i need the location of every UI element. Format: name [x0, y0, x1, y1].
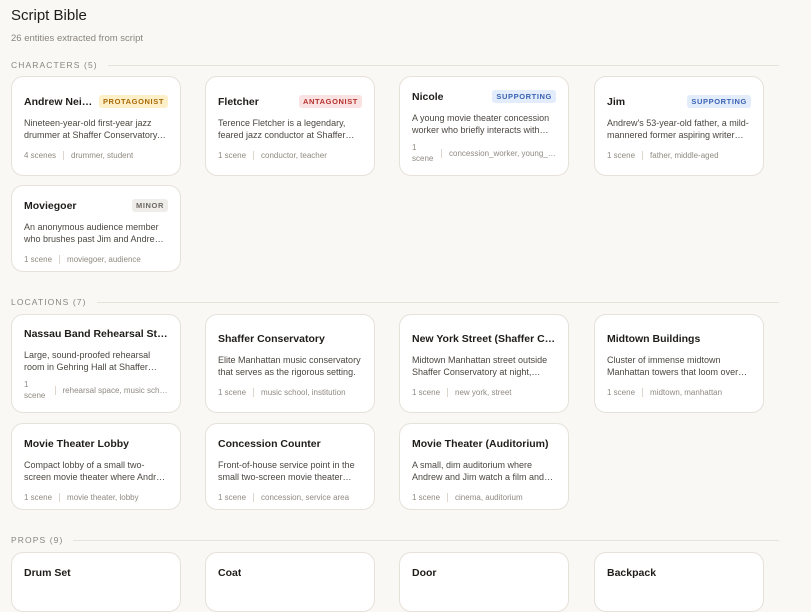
role-badge: ANTAGONIST	[298, 95, 362, 108]
scene-count: 1 scene	[24, 493, 53, 502]
location-card-auditorium[interactable]: Movie Theater (Auditorium) A small, dim …	[399, 423, 569, 510]
card-tags: rehearsal space, music school	[62, 385, 168, 395]
scene-count: 1 scene	[218, 151, 247, 160]
card-tags: father, middle-aged	[650, 151, 719, 160]
card-name: Jim	[607, 95, 626, 108]
card-tags: new york, street	[455, 388, 512, 397]
entity-count: 26 entities extracted from script	[11, 33, 143, 44]
section-locations-label: LOCATIONS (7)	[11, 297, 87, 307]
card-tags: conductor, teacher	[261, 151, 327, 160]
section-divider	[73, 539, 779, 541]
card-description: Andrew's 53-year-old father, a mild-mann…	[607, 118, 749, 140]
card-name: Movie Theater (Auditorium)	[412, 438, 549, 450]
section-characters-label: CHARACTERS (5)	[11, 60, 98, 70]
role-badge: SUPPORTING	[687, 95, 751, 108]
card-tags: concession, service area	[261, 493, 350, 502]
card-name: Fletcher	[218, 95, 259, 108]
location-card-ny-street[interactable]: New York Street (Shaffer Conservatory) M…	[399, 314, 569, 413]
location-card-midtown[interactable]: Midtown Buildings Cluster of immense mid…	[594, 314, 764, 413]
section-props-label: PROPS (9)	[11, 535, 64, 545]
location-card-theater-lobby[interactable]: Movie Theater Lobby Compact lobby of a s…	[11, 423, 181, 510]
card-description: Compact lobby of a small two-screen movi…	[24, 460, 168, 482]
card-name: Shaffer Conservatory	[218, 333, 325, 345]
card-name: Andrew Neiman	[24, 95, 99, 108]
card-name: Coat	[218, 567, 242, 579]
location-card-concession[interactable]: Concession Counter Front-of-house servic…	[205, 423, 375, 510]
scene-count: 1 scene	[412, 388, 441, 397]
page-header: Script Bible 26 entities extracted from …	[11, 7, 143, 44]
card-name: Moviegoer	[24, 199, 77, 212]
role-badge: MINOR	[132, 199, 168, 212]
section-divider	[107, 64, 779, 66]
card-description: A young movie theater concession worker …	[412, 113, 550, 135]
role-badge: SUPPORTING	[492, 90, 556, 103]
prop-card-coat[interactable]: Coat	[205, 552, 375, 612]
card-tags: cinema, auditorium	[455, 493, 523, 502]
scene-count: 1 scene	[218, 388, 247, 397]
section-props: PROPS (9)	[11, 535, 779, 545]
card-name: Nicole	[412, 90, 444, 103]
character-card-nicole[interactable]: Nicole SUPPORTING A young movie theater c…	[399, 76, 569, 176]
section-characters: CHARACTERS (5)	[11, 60, 779, 70]
character-card-jim[interactable]: Jim SUPPORTING Andrew's 53-year-old fathe…	[594, 76, 764, 176]
card-tags: concession_worker, young_adult	[449, 148, 556, 158]
card-description: Large, sound-proofed rehearsal room in G…	[24, 350, 151, 372]
scene-count: 1 scene	[412, 143, 434, 163]
prop-card-drum-set[interactable]: Drum Set	[11, 552, 181, 612]
card-name: Movie Theater Lobby	[24, 438, 130, 450]
card-description: Terence Fletcher is a legendary, feared …	[218, 118, 346, 140]
card-tags: moviegoer, audience	[67, 255, 141, 264]
scene-count: 1 scene	[218, 493, 247, 502]
card-name: Drum Set	[24, 567, 71, 579]
card-description: A small, dim auditorium where Andrew and…	[412, 460, 545, 482]
character-card-fletcher[interactable]: Fletcher ANTAGONIST Terence Fletcher is a…	[205, 76, 375, 176]
section-divider	[96, 301, 779, 303]
scene-count: 1 scene	[607, 151, 636, 160]
card-description: An anonymous audience member who brushes…	[24, 222, 162, 244]
location-card-shaffer[interactable]: Shaffer Conservatory Elite Manhattan mus…	[205, 314, 375, 413]
card-description: Front-of-house service point in the smal…	[218, 460, 355, 482]
character-card-andrew[interactable]: Andrew Neiman PROTAGONIST Nineteen-year-o…	[11, 76, 181, 176]
prop-card-backpack[interactable]: Backpack	[594, 552, 764, 612]
card-name: Backpack	[607, 567, 657, 579]
card-description: Nineteen-year-old first-year jazz drumme…	[24, 118, 160, 140]
scene-count: 1 scene	[412, 493, 441, 502]
prop-card-door[interactable]: Door	[399, 552, 569, 612]
card-name: Door	[412, 567, 437, 579]
card-name: New York Street (Shaffer Conservatory)	[412, 333, 556, 345]
character-card-moviegoer[interactable]: Moviegoer MINOR An anonymous audience mem…	[11, 185, 181, 272]
card-description: Cluster of immense midtown Manhattan tow…	[607, 355, 739, 377]
location-card-rehearsal-studio[interactable]: Nassau Band Rehearsal Studio Large, soun…	[11, 314, 181, 413]
card-description: Elite Manhattan music conservatory that …	[218, 355, 361, 377]
card-tags: midtown, manhattan	[650, 388, 723, 397]
card-name: Concession Counter	[218, 438, 321, 450]
card-tags: drummer, student	[71, 151, 134, 160]
scene-count: 1 scene	[24, 255, 53, 264]
role-badge: PROTAGONIST	[98, 95, 168, 108]
card-tags: movie theater, lobby	[67, 493, 139, 502]
scene-count: 4 scenes	[24, 151, 57, 160]
card-description: Midtown Manhattan street outside Shaffer…	[412, 355, 548, 377]
page-title: Script Bible	[11, 7, 87, 24]
scene-count: 1 scene	[607, 388, 636, 397]
card-name: Midtown Buildings	[607, 333, 701, 345]
card-name: Nassau Band Rehearsal Studio	[24, 328, 168, 340]
scene-count: 1 scene	[24, 380, 46, 400]
section-locations: LOCATIONS (7)	[11, 297, 779, 307]
card-tags: music school, institution	[261, 388, 346, 397]
